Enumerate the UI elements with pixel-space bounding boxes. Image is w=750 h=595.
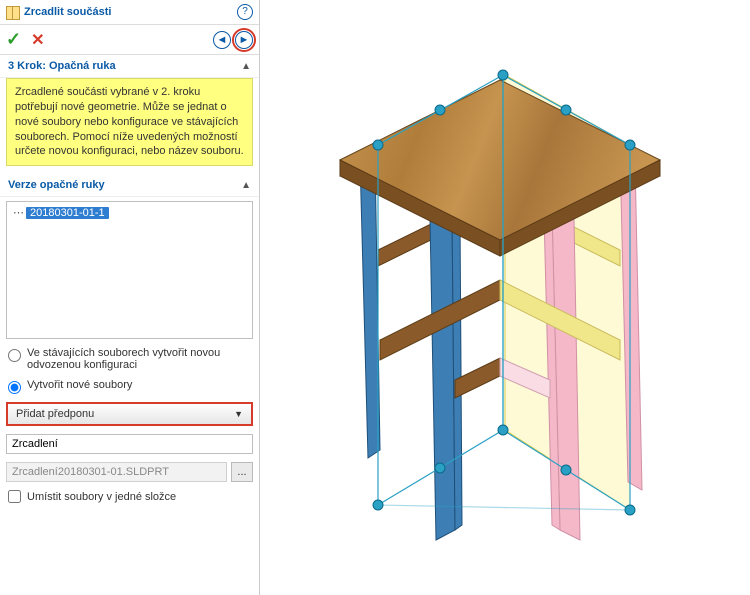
radio-derived-config-input[interactable] [8, 349, 21, 362]
versions-header: Verze opačné ruky ▲ [0, 174, 259, 197]
chevron-up-icon[interactable]: ▲ [241, 61, 251, 72]
back-button[interactable]: ◄ [213, 31, 231, 49]
file-name-display [6, 462, 227, 482]
tree-item-selected[interactable]: 20180301-01-1 [26, 207, 109, 219]
ok-button[interactable]: ✓ [6, 29, 21, 50]
single-folder-check[interactable]: Umístit soubory v jedné složce [0, 486, 259, 507]
file-row: ... [6, 462, 253, 482]
prefix-select[interactable]: Přidat předponu ▼ [6, 402, 253, 426]
browse-button[interactable]: ... [231, 462, 253, 482]
property-panel: Zrcadlit součásti ? ✓ ✕ ◄ ► 3 Krok: Opač… [0, 0, 260, 595]
chevron-down-icon: ▼ [234, 409, 243, 419]
cancel-button[interactable]: ✕ [31, 30, 44, 50]
panel-actions: ✓ ✕ ◄ ► [0, 25, 259, 55]
prefix-input[interactable] [6, 434, 253, 454]
tree-connector: ⋯ [13, 207, 24, 219]
single-folder-label: Umístit soubory v jedné složce [27, 491, 176, 503]
next-button[interactable]: ► [235, 31, 253, 49]
versions-title: Verze opačné ruky [8, 179, 105, 191]
prefix-text-row [6, 434, 253, 454]
mirror-icon [6, 5, 20, 19]
graphics-viewport[interactable] [260, 0, 750, 595]
radio-new-files-input[interactable] [8, 381, 21, 394]
radio-derived-config[interactable]: Ve stávajících souborech vytvořit novou … [0, 343, 259, 375]
step-info: Zrcadlené součásti vybrané v 2. kroku po… [6, 78, 253, 166]
radio-new-files-label: Vytvořit nové soubory [27, 379, 132, 391]
panel-header: Zrcadlit součásti ? [0, 0, 259, 25]
radio-new-files[interactable]: Vytvořit nové soubory [0, 375, 259, 398]
help-icon[interactable]: ? [237, 4, 253, 20]
versions-tree[interactable]: ⋯20180301-01-1 [6, 201, 253, 339]
step-title: 3 Krok: Opačná ruka [8, 60, 116, 72]
prefix-select-row: Přidat předponu ▼ [6, 402, 253, 426]
radio-derived-config-label: Ve stávajících souborech vytvořit novou … [27, 347, 251, 371]
model-stool [300, 20, 700, 560]
chevron-up-icon[interactable]: ▲ [241, 180, 251, 191]
single-folder-checkbox[interactable] [8, 490, 21, 503]
panel-title: Zrcadlit součásti [24, 6, 237, 18]
prefix-select-label: Přidat předponu [16, 408, 94, 420]
step-header: 3 Krok: Opačná ruka ▲ [0, 55, 259, 78]
